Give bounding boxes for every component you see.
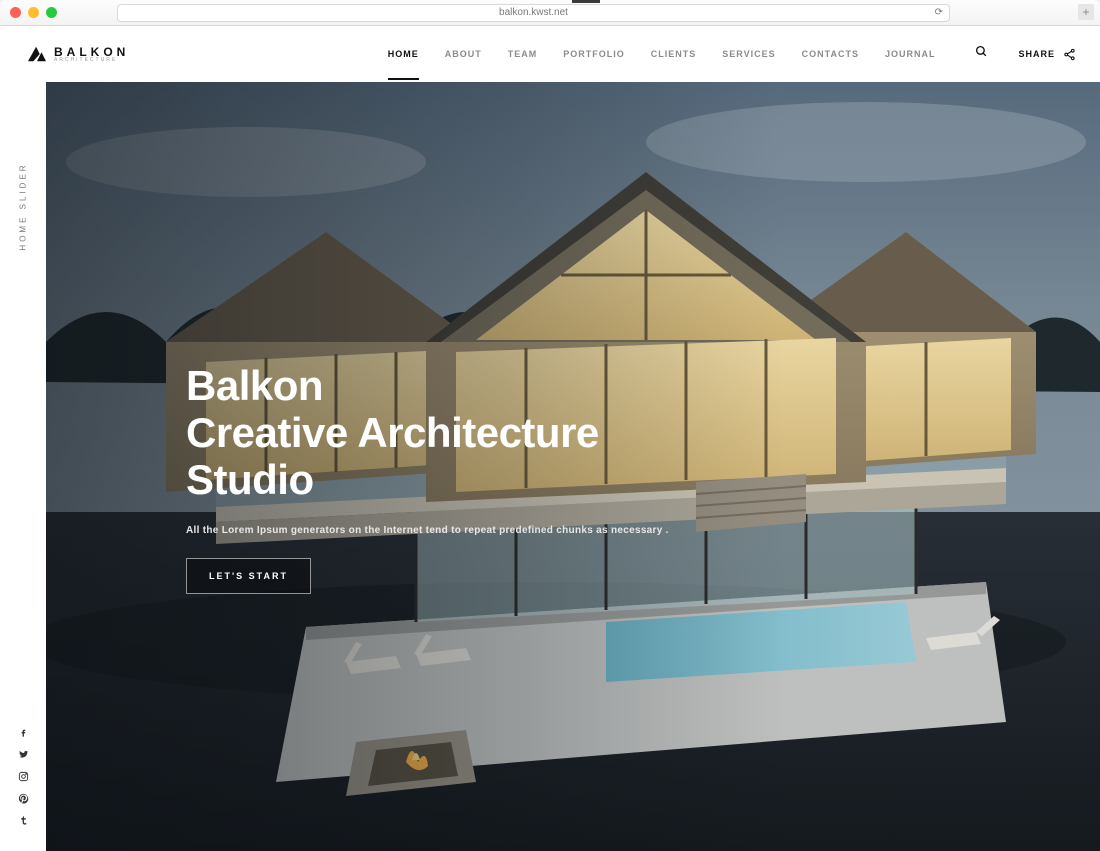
share-icon	[1063, 48, 1076, 61]
twitter-icon[interactable]	[18, 749, 29, 763]
nav-contacts[interactable]: CONTACTS	[802, 49, 859, 59]
search-icon[interactable]	[975, 45, 988, 63]
address-bar[interactable]: balkon.kwst.net ⟳	[117, 4, 950, 22]
tumblr-icon[interactable]	[18, 815, 29, 829]
nav-team[interactable]: TEAM	[508, 49, 538, 59]
share-label: SHARE	[1018, 49, 1055, 59]
active-tab-indicator	[572, 0, 600, 3]
hero-subtitle: All the Lorem Ipsum generators on the In…	[186, 525, 1040, 536]
close-window-button[interactable]	[10, 7, 21, 18]
browser-chrome: balkon.kwst.net ⟳ +	[0, 0, 1100, 26]
hero-title-line3: Studio	[186, 456, 314, 503]
nav-journal[interactable]: JOURNAL	[885, 49, 936, 59]
rail-section-label: HOME SLIDER	[19, 162, 28, 250]
nav-services[interactable]: SERVICES	[722, 49, 775, 59]
hero-text: Balkon Creative Architecture Studio All …	[186, 362, 1040, 594]
left-rail: HOME SLIDER	[0, 82, 46, 851]
new-tab-button[interactable]: +	[1078, 4, 1094, 20]
site-header: BALKON ARCHITECTURE HOME ABOUT TEAM PORT…	[0, 26, 1100, 82]
nav-home[interactable]: HOME	[388, 49, 419, 59]
minimize-window-button[interactable]	[28, 7, 39, 18]
logo-mark-icon	[28, 45, 46, 63]
nav-clients[interactable]: CLIENTS	[651, 49, 697, 59]
page-viewport: BALKON ARCHITECTURE HOME ABOUT TEAM PORT…	[0, 26, 1100, 851]
pinterest-icon[interactable]	[18, 793, 29, 807]
share-button[interactable]: SHARE	[1018, 48, 1076, 61]
reload-icon[interactable]: ⟳	[935, 7, 943, 18]
primary-nav: HOME ABOUT TEAM PORTFOLIO CLIENTS SERVIC…	[388, 49, 936, 59]
cta-button[interactable]: LET'S START	[186, 558, 311, 594]
hero-title-line1: Balkon	[186, 362, 323, 409]
hero-slider: Balkon Creative Architecture Studio All …	[46, 82, 1100, 851]
facebook-icon[interactable]	[18, 727, 29, 741]
maximize-window-button[interactable]	[46, 7, 57, 18]
logo[interactable]: BALKON ARCHITECTURE	[28, 45, 129, 63]
nav-portfolio[interactable]: PORTFOLIO	[563, 49, 625, 59]
hero-title-line2: Creative Architecture	[186, 409, 599, 456]
social-links	[18, 727, 29, 829]
window-controls	[10, 7, 57, 18]
nav-about[interactable]: ABOUT	[445, 49, 482, 59]
address-url: balkon.kwst.net	[499, 7, 568, 18]
hero-title: Balkon Creative Architecture Studio	[186, 362, 1040, 503]
instagram-icon[interactable]	[18, 771, 29, 785]
